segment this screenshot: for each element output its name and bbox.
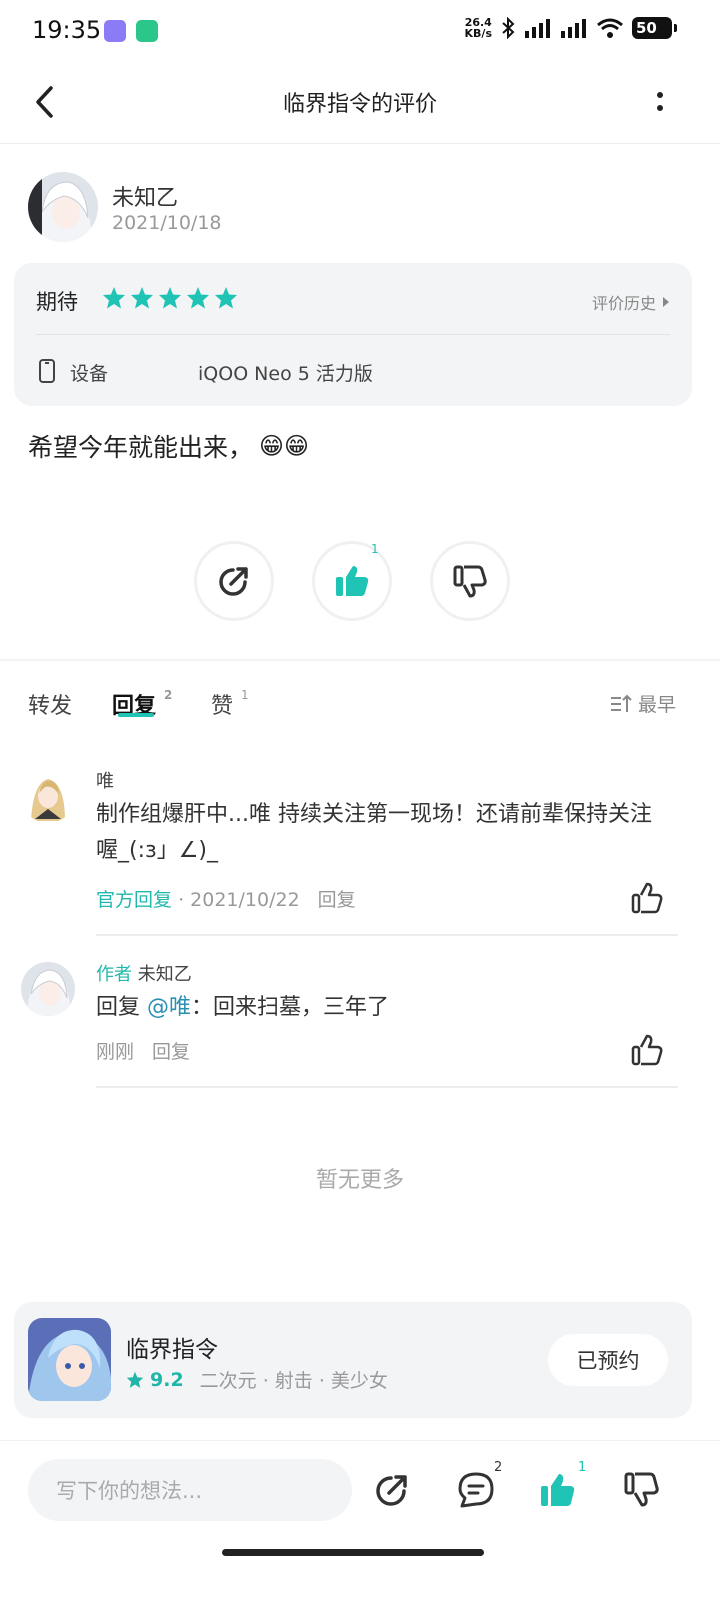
signal-icon (525, 19, 550, 38)
reply-link[interactable]: 回复 (152, 1037, 190, 1064)
mention-link[interactable]: @唯 (147, 995, 191, 1020)
battery-icon: 50 (632, 17, 677, 39)
avatar-image (21, 769, 75, 823)
comment-date: · 2021/10/22 (178, 889, 300, 911)
comment-divider (96, 934, 678, 936)
rating-history-label: 评价历史 (591, 294, 656, 313)
battery-level: 50 (636, 19, 657, 37)
comment-icon[interactable] (456, 1470, 496, 1510)
comment-author[interactable]: 唯 (96, 767, 114, 793)
avatar-image (28, 172, 98, 242)
comment-meta-info: 官方回复 · 2021/10/22 (96, 885, 300, 912)
card-divider (36, 334, 670, 335)
dislike-button[interactable] (430, 541, 510, 621)
star-icon (159, 287, 181, 309)
star-icon (126, 1371, 144, 1388)
tab-like-count: 1 (241, 688, 249, 702)
reserved-button[interactable]: 已预约 (548, 1334, 668, 1386)
avatar-image (21, 962, 75, 1016)
star-icon (103, 287, 125, 309)
star-icon (215, 287, 237, 309)
official-reply-badge: 官方回复 (96, 889, 173, 911)
share-button[interactable] (194, 541, 274, 621)
bluetooth-icon (502, 16, 515, 40)
section-divider (0, 659, 720, 661)
app-icon-green (136, 20, 158, 42)
sort-button[interactable]: 最早 (610, 690, 676, 717)
phone-icon (39, 359, 55, 383)
no-more-label: 暂无更多 (315, 1168, 404, 1193)
commenter-avatar[interactable] (21, 769, 75, 823)
game-name[interactable]: 临界指令 (126, 1330, 218, 1364)
tab-like[interactable]: 赞1 (211, 688, 249, 720)
game-tags: 二次元 · 射击 · 美少女 (199, 1370, 388, 1392)
more-button[interactable] (648, 86, 672, 118)
status-right: 26.4 KB/s 50 (465, 16, 677, 40)
reply-link[interactable]: 回复 (318, 885, 356, 912)
comment-author-line: 作者 未知乙 (96, 960, 192, 986)
rating-stars (102, 286, 238, 310)
review-body: 希望今年就能出来， (28, 433, 254, 462)
star-icon (187, 287, 209, 309)
game-icon-image (28, 1318, 111, 1401)
sort-label: 最早 (637, 694, 676, 716)
comment-meta: 刚刚 回复 (96, 1037, 190, 1064)
active-tab-indicator (118, 713, 154, 717)
commenter-avatar[interactable] (21, 962, 75, 1016)
like-count-badge: 1 (371, 542, 379, 556)
comment-time: 刚刚 (96, 1041, 135, 1063)
comment-input[interactable]: 写下你的想法... (28, 1459, 352, 1521)
author-avatar[interactable] (28, 172, 98, 242)
game-score: 9.2 (150, 1368, 184, 1391)
device-value: iQOO Neo 5 活力版 (198, 363, 373, 385)
comment-count-badge: 2 (494, 1460, 503, 1475)
review-text: 希望今年就能出来， 😁😁 (28, 428, 309, 464)
comment-body: 制作组爆肝中...唯 持续关注第一现场！还请前辈保持关注喔_(:з」∠)_ (96, 802, 652, 863)
comment-text: ：回来扫墓，三年了 (191, 995, 390, 1020)
comment-divider (96, 1086, 678, 1088)
author-tag: 作者 (96, 964, 132, 985)
game-icon[interactable] (28, 1318, 111, 1401)
thumbs-up-filled-icon[interactable] (538, 1470, 578, 1510)
sort-icon (610, 694, 632, 712)
game-meta: 9.2 二次元 · 射击 · 美少女 (126, 1366, 388, 1393)
review-date: 2021/10/18 (112, 212, 222, 234)
like-count-badge: 1 (578, 1460, 587, 1475)
caret-right-icon (663, 297, 669, 307)
page-title: 临界指令的评价 (282, 92, 437, 117)
star-icon (131, 287, 153, 309)
bottom-divider (0, 1440, 720, 1441)
comment-body: 回复 @唯：回来扫墓，三年了 (96, 990, 389, 1026)
share-icon (219, 567, 248, 596)
thumbs-up-icon[interactable] (630, 1033, 664, 1067)
thumbs-up-icon[interactable] (630, 881, 664, 915)
comment-author[interactable]: 未知乙 (138, 964, 192, 985)
home-indicator[interactable] (222, 1549, 484, 1556)
tab-forward-label: 转发 (28, 694, 73, 719)
device-label: 设备 (70, 363, 109, 385)
rating-history-link[interactable]: 评价历史 (592, 290, 670, 314)
rating-label: 期待 (36, 290, 78, 314)
share-icon[interactable] (372, 1470, 412, 1510)
tab-forward[interactable]: 转发 (28, 688, 72, 720)
like-button[interactable] (312, 541, 392, 621)
thumbs-down-icon[interactable] (622, 1470, 662, 1510)
app-icon-purple (104, 20, 126, 42)
thumbs-down-icon (453, 565, 487, 598)
grin-emoji: 😁😁 (259, 432, 310, 460)
net-speed-unit: KB/s (464, 27, 492, 40)
reply-prefix: 回复 (96, 995, 141, 1020)
comment-meta: 官方回复 · 2021/10/22 回复 (96, 885, 356, 912)
wifi-icon (597, 18, 623, 38)
thumbs-up-filled-icon (336, 566, 369, 596)
more-vertical-icon (657, 92, 663, 111)
header-divider (0, 143, 720, 144)
tab-like-label: 赞 (211, 694, 234, 719)
status-time: 19:35 (32, 16, 102, 44)
net-speed: 26.4 KB/s (465, 17, 492, 39)
tab-reply-count: 2 (164, 688, 173, 702)
author-name[interactable]: 未知乙 (112, 180, 178, 212)
signal-icon (561, 19, 586, 38)
